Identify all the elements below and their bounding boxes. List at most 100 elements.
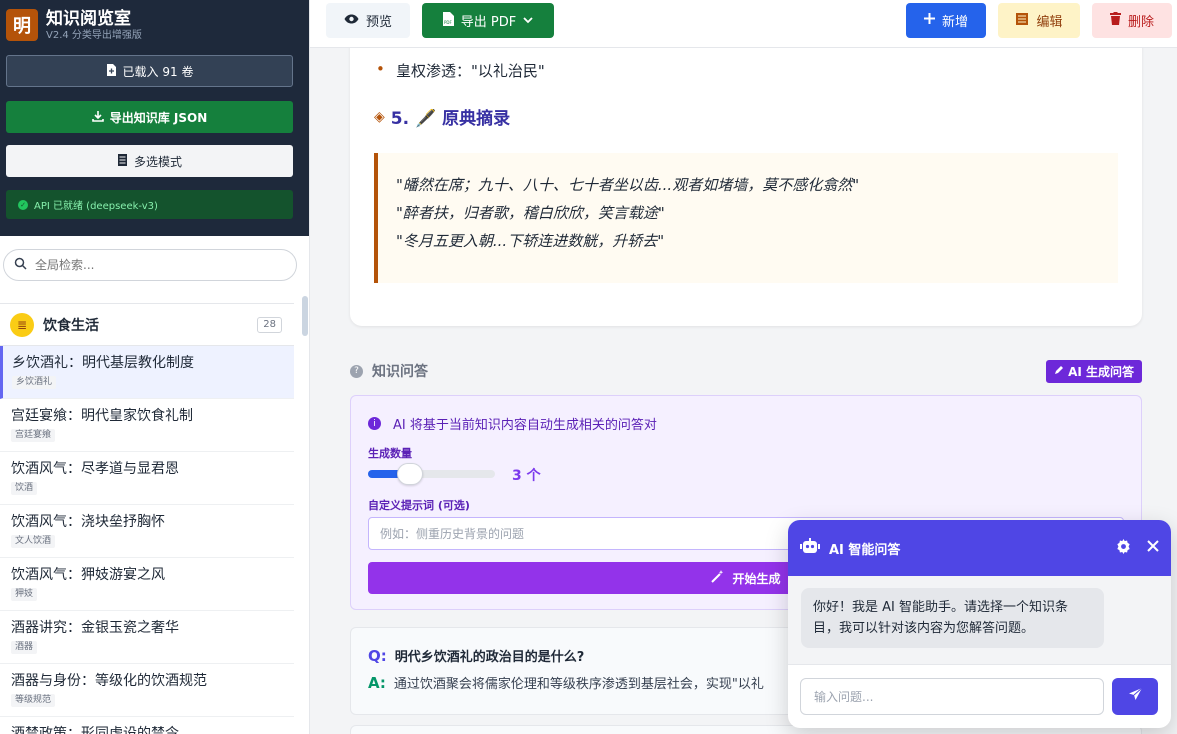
send-button[interactable]	[1112, 678, 1158, 715]
sidebar-scrollbar[interactable]	[302, 296, 308, 336]
list-item-title: 饮酒风气：浇块垒抒胸怀	[11, 514, 165, 530]
preview-label: 预览	[365, 15, 392, 30]
svg-text:PDF: PDF	[444, 20, 452, 25]
export-pdf-button[interactable]: PDF 导出 PDF	[422, 3, 554, 38]
list-item[interactable]: 酒器讲究：金银玉瓷之奢华 酒器	[0, 611, 294, 664]
app-version: V2.4 分类导出增强版	[46, 29, 142, 41]
global-search[interactable]	[3, 249, 297, 281]
list-item-tag: 狎妓	[11, 588, 38, 601]
ai-generate-label: AI 生成问答	[1068, 364, 1134, 379]
scroll-icon	[1015, 12, 1029, 30]
list-item-title: 饮酒风气：狎妓游宴之风	[11, 567, 165, 583]
list-item-title: 酒器与身份：等级化的饮酒规范	[11, 673, 207, 689]
app-title: 知识阅览室	[46, 8, 131, 29]
loaded-volumes-label: 已载入 91 卷	[122, 64, 194, 79]
quote-line: "醉者扶，归者歌，稽白欣欣，笑言载途"	[396, 204, 665, 222]
search-input[interactable]	[35, 258, 275, 272]
gear-icon[interactable]	[1116, 538, 1131, 558]
magic-wand-icon	[711, 570, 724, 586]
count-slider[interactable]	[368, 463, 495, 485]
scroll-icon: ≣	[10, 312, 34, 337]
generator-info-text: AI 将基于当前知识内容自动生成相关的问答对	[393, 418, 657, 433]
list-item-title: 酒器讲究：金银玉瓷之奢华	[11, 620, 179, 636]
list-item[interactable]: 乡饮酒礼：明代基层教化制度 乡饮酒礼	[0, 346, 294, 399]
bullet-item: 皇权渗透："以礼治民"	[376, 60, 545, 81]
preview-button[interactable]: 预览	[326, 3, 410, 38]
list-item-tag: 乡饮酒礼	[12, 376, 57, 389]
generator-info: i AI 将基于当前知识内容自动生成相关的问答对	[368, 414, 657, 433]
paper-plane-icon	[1128, 687, 1143, 706]
app-logo: 明	[6, 9, 38, 41]
ai-generate-qa-button[interactable]: AI 生成问答	[1046, 359, 1142, 383]
file-import-icon	[106, 63, 117, 79]
chevron-down-icon	[523, 13, 533, 28]
list-item[interactable]: 饮酒风气：狎妓游宴之风 狎妓	[0, 558, 294, 611]
category-count-badge: 28	[257, 316, 282, 333]
search-icon	[14, 257, 27, 274]
export-json-button[interactable]: 导出知识库 JSON	[6, 101, 293, 133]
count-label: 生成数量	[368, 447, 412, 460]
list-item-tag: 饮酒	[11, 482, 38, 495]
qa-header: ? 知识问答 AI 生成问答	[350, 359, 1142, 383]
quote-block: "皤然在席；九十、八十、七十者坐以齿...观者如堵墙，莫不感化翕然" "醉者扶，…	[374, 153, 1118, 283]
list-item[interactable]: 饮酒风气：浇块垒抒胸怀 文人饮酒	[0, 505, 294, 558]
loaded-volumes-button[interactable]: 已载入 91 卷	[6, 55, 293, 87]
download-icon	[91, 110, 104, 125]
count-value: 3 个	[512, 468, 541, 484]
qa-title: 知识问答	[372, 364, 428, 380]
plus-icon	[923, 13, 935, 28]
quote-line: "皤然在席；九十、八十、七十者坐以齿...观者如堵墙，莫不感化翕然"	[396, 176, 860, 194]
question-mark-label: Q:	[368, 646, 387, 665]
start-generate-label: 开始生成	[732, 571, 781, 586]
multiselect-label: 多选模式	[133, 154, 182, 169]
edit-button[interactable]: 编辑	[998, 3, 1080, 38]
sidebar-header: 明 知识阅览室 V2.4 分类导出增强版 已载入 91 卷 导出知识库 JSON…	[0, 0, 309, 236]
list-item-title: 乡饮酒礼：明代基层教化制度	[12, 355, 194, 371]
list-item[interactable]: 饮酒风气：尽孝道与显君恩 饮酒	[0, 452, 294, 505]
quote-line: "冬月五更入朝...下轿连进数觥，升轿去"	[396, 232, 665, 250]
knowledge-list: ≣ 饮食生活 28 乡饮酒礼：明代基层教化制度 乡饮酒礼 宫廷宴飨：明代皇家饮食…	[0, 303, 294, 734]
list-item[interactable]: 宫廷宴飨：明代皇家饮食礼制 宫廷宴飨	[0, 399, 294, 452]
knowledge-card: 皇权渗透："以礼治民" ◈ 5. 🖋️ 原典摘录 "皤然在席；九十、八十、七十者…	[350, 48, 1142, 326]
delete-label: 删除	[1127, 15, 1154, 30]
list-item-tag: 宫廷宴飨	[11, 429, 56, 442]
list-item[interactable]: 酒器与身份：等级化的饮酒规范 等级规范	[0, 664, 294, 717]
file-pdf-icon: PDF	[442, 11, 454, 30]
chat-title: AI 智能问答	[829, 542, 901, 558]
new-label: 新增	[941, 15, 968, 30]
list-item-tag: 等级规范	[11, 694, 56, 707]
assistant-message: 你好！我是 AI 智能助手。请选择一个知识条目，我可以针对该内容为您解答问题。	[801, 588, 1104, 648]
robot-icon	[800, 538, 820, 558]
chat-input[interactable]: 输入问题...	[800, 678, 1104, 715]
check-circle-icon: ✓	[18, 199, 28, 210]
info-icon: i	[368, 417, 381, 430]
edit-label: 编辑	[1036, 15, 1063, 30]
diamond-icon: ◈	[374, 108, 385, 125]
chat-messages: 你好！我是 AI 智能助手。请选择一个知识条目，我可以针对该内容为您解答问题。	[788, 576, 1171, 664]
trash-icon	[1109, 12, 1121, 29]
list-item-tag: 文人饮酒	[11, 535, 56, 548]
answer-mark-label: A:	[368, 673, 386, 692]
list-item-title: 饮酒风气：尽孝道与显君恩	[11, 461, 179, 477]
list-item-title: 酒禁政策：形同虚设的禁令	[11, 726, 179, 734]
category-header-food[interactable]: ≣ 饮食生活 28	[0, 304, 294, 346]
multiselect-button[interactable]: 多选模式	[6, 145, 293, 177]
eye-icon	[344, 13, 359, 28]
slider-thumb[interactable]	[397, 463, 423, 485]
category-name: 饮食生活	[43, 317, 99, 334]
list-item-tag: 酒器	[11, 641, 38, 654]
pen-icon	[1054, 364, 1064, 378]
new-button[interactable]: 新增	[906, 3, 986, 38]
question-circle-icon: ?	[350, 364, 363, 378]
brand: 明 知识阅览室 V2.4 分类导出增强版	[6, 6, 303, 44]
list-item[interactable]: 酒禁政策：形同虚设的禁令	[0, 717, 294, 734]
answer-text: 通过饮酒聚会将儒家伦理和等级秩序渗透到基层社会，实现"以礼	[393, 677, 764, 692]
qa-question: Q: 明代乡饮酒礼的政治目的是什么?	[368, 646, 584, 666]
section-title: ◈ 5. 🖋️ 原典摘录	[374, 104, 510, 130]
prompt-label: 自定义提示词 (可选)	[368, 499, 470, 512]
close-icon[interactable]	[1147, 540, 1159, 556]
api-status-badge: ✓ API 已就绪 (deepseek-v3)	[6, 190, 293, 219]
qa-answer: A: 通过饮酒聚会将儒家伦理和等级秩序渗透到基层社会，实现"以礼	[368, 673, 764, 693]
delete-button[interactable]: 删除	[1092, 3, 1172, 38]
toolbar: 预览 PDF 导出 PDF 新增 编辑 删除	[310, 0, 1177, 48]
